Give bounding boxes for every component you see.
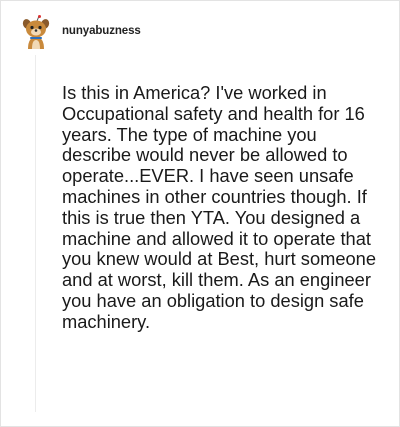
comment-body: Is this in America? I've worked in Occup… <box>62 82 377 332</box>
comment-card: nunyabuzness Is this in America? I've wo… <box>0 0 400 427</box>
thread-line[interactable] <box>35 55 36 412</box>
dog-avatar-icon <box>22 15 50 49</box>
username[interactable]: nunyabuzness <box>62 25 141 37</box>
user-avatar[interactable] <box>21 15 51 51</box>
